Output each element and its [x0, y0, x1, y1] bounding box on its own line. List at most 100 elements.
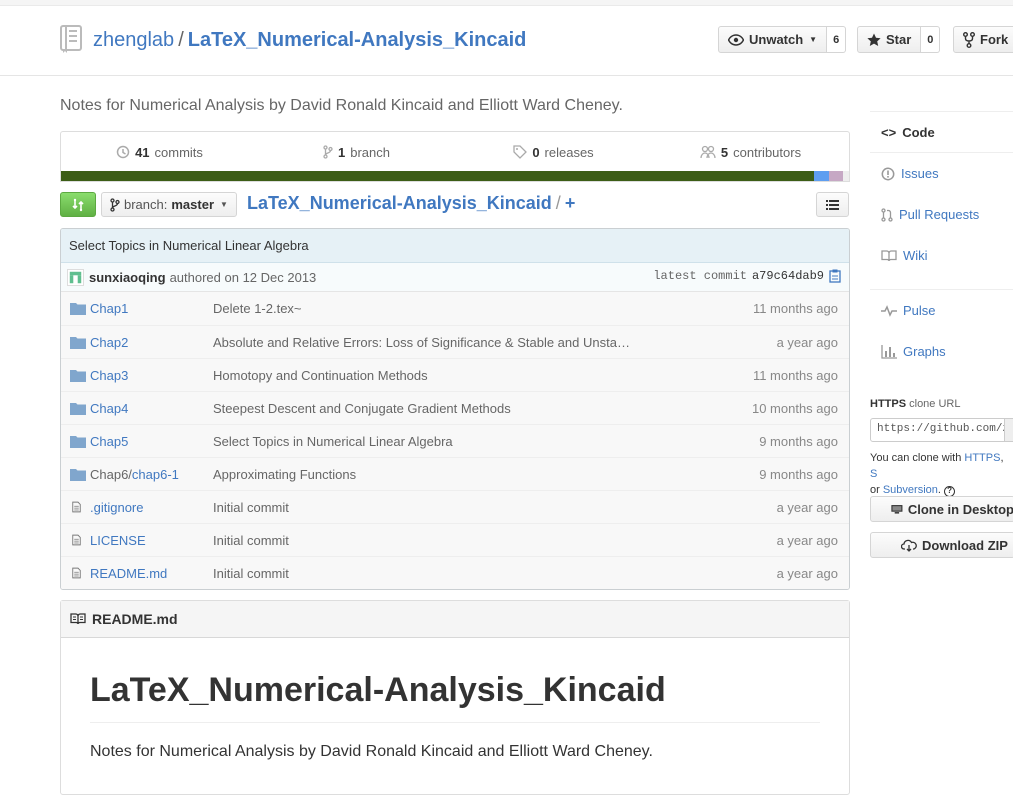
file-name-link[interactable]: Chap1 — [90, 301, 128, 316]
file-text-icon — [72, 534, 81, 546]
commit-meta: sunxiaoqing authored on 12 Dec 2013 late… — [61, 263, 849, 292]
language-segment[interactable] — [829, 171, 844, 181]
nav-code[interactable]: <> Code — [870, 112, 1013, 153]
file-text-icon — [72, 501, 81, 513]
clone-https-link[interactable]: HTTPS — [964, 452, 1000, 464]
file-name-text[interactable]: Chap1 — [90, 301, 128, 316]
repo-owner-link[interactable]: zhenglab — [93, 29, 174, 51]
language-segment[interactable] — [61, 171, 814, 181]
code-icon: <> — [881, 124, 897, 140]
language-segment[interactable] — [813, 171, 830, 181]
file-name-link[interactable]: README.md — [90, 566, 167, 581]
view-list-button[interactable] — [816, 192, 849, 217]
table-row: Chap3 Homotopy and Continuation Methods 11… — [61, 358, 849, 391]
nav-pull-requests[interactable]: Pull Requests — [870, 194, 1013, 235]
table-row: Chap4 Steepest Descent and Conjugate Grad… — [61, 391, 849, 424]
branch-name: master — [171, 197, 215, 212]
branches-link[interactable]: 1 branch — [258, 145, 455, 160]
repo-description: Notes for Numerical Analysis by David Ro… — [60, 97, 623, 114]
repo-name-link[interactable]: LaTeX_Numerical-Analysis_Kincaid — [188, 29, 527, 51]
nav-graphs[interactable]: Graphs — [870, 331, 1013, 372]
clipboard-icon[interactable] — [829, 269, 841, 283]
file-commit-message[interactable]: Approximating Functions — [213, 467, 633, 482]
clone-ssh-link[interactable]: S — [870, 468, 877, 480]
top-border — [0, 0, 1013, 6]
readme-paragraph: Notes for Numerical Analysis by David Ro… — [90, 743, 653, 760]
commit-author[interactable]: sunxiaoqing — [89, 270, 166, 285]
nav-wiki[interactable]: Wiki — [870, 235, 1013, 276]
compare-button[interactable] — [60, 192, 96, 217]
language-bar[interactable] — [61, 171, 849, 181]
copy-clone-url-button[interactable] — [1004, 418, 1013, 442]
commits-link[interactable]: 41 commits — [61, 145, 258, 160]
file-name-link[interactable]: Chap3 — [90, 368, 128, 383]
file-commit-message[interactable]: Absolute and Relative Errors: Loss of Si… — [213, 335, 633, 350]
file-name-text[interactable]: .gitignore — [90, 500, 143, 515]
unwatch-button[interactable]: Unwatch ▼ — [718, 26, 828, 53]
commit-hash-area: latest commit a79c64dab9 — [653, 269, 841, 283]
file-name-link[interactable]: Chap4 — [90, 401, 128, 416]
clone-url-input[interactable]: https://github.com/zhenglab/LaTeX_Numeri… — [870, 418, 1013, 442]
breadcrumb-separator: / — [555, 193, 561, 213]
contributors-link[interactable]: 5 contributors — [652, 145, 849, 160]
language-segment[interactable] — [843, 171, 849, 181]
file-name-sub-text[interactable]: chap6-1 — [132, 467, 179, 482]
file-age: 11 months ago — [752, 368, 838, 383]
breadcrumb-repo-link[interactable]: LaTeX_Numerical-Analysis_Kincaid — [247, 193, 552, 213]
clone-protocol: HTTPS — [870, 398, 907, 410]
file-commit-message[interactable]: Initial commit — [213, 500, 633, 515]
file-name-text[interactable]: Chap2 — [90, 335, 128, 350]
folder-icon — [70, 337, 86, 349]
clone-help-or: or — [870, 484, 880, 496]
clone-subversion-link[interactable]: Subversion — [883, 484, 938, 496]
nav-issues-label: Issues — [901, 166, 939, 181]
nav-graphs-label: Graphs — [903, 344, 946, 359]
table-row: Chap1 Delete 1-2.tex~ 11 months ago — [61, 292, 849, 325]
file-name-text[interactable]: Chap4 — [90, 401, 128, 416]
watch-count[interactable]: 6 — [827, 26, 847, 53]
releases-link[interactable]: 0 releases — [455, 145, 652, 160]
file-commit-message[interactable]: Initial commit — [213, 533, 633, 548]
file-rows: Chap1 Delete 1-2.tex~ 11 months ago Chap2 Ab… — [61, 292, 849, 589]
clone-help-dot: . — [937, 484, 941, 496]
file-name-text[interactable]: Chap3 — [90, 368, 128, 383]
file-commit-message[interactable]: Homotopy and Continuation Methods — [213, 368, 633, 383]
file-commit-message[interactable]: Initial commit — [213, 566, 633, 581]
nav-issues[interactable]: Issues — [870, 153, 1013, 194]
file-name-text[interactable]: Chap5 — [90, 434, 128, 449]
latest-commit-message[interactable]: Select Topics in Numerical Linear Algebr… — [61, 229, 849, 263]
file-name-link[interactable]: .gitignore — [90, 500, 143, 515]
file-name-text[interactable]: README.md — [90, 566, 167, 581]
file-commit-message[interactable]: Select Topics in Numerical Linear Algebr… — [213, 434, 633, 449]
fork-button[interactable]: Fork — [953, 26, 1013, 53]
star-button[interactable]: Star — [857, 26, 922, 53]
nav-code-label: Code — [902, 124, 935, 140]
file-name-link[interactable]: Chap6/chap6-1 — [90, 467, 179, 482]
file-name-text[interactable]: Chap6/ — [90, 467, 132, 482]
avatar[interactable] — [67, 268, 84, 286]
commit-authored-text: authored on 12 Dec 2013 — [169, 269, 317, 285]
branch-prefix: branch: — [124, 197, 168, 212]
file-commit-message[interactable]: Delete 1-2.tex~ — [213, 301, 633, 316]
file-text-icon — [72, 567, 81, 579]
file-name-text[interactable]: LICENSE — [90, 533, 146, 548]
cloud-download-icon — [901, 539, 917, 552]
fork-label: Fork — [980, 32, 1009, 47]
clone-in-desktop-button[interactable]: Clone in Desktop — [870, 496, 1013, 522]
table-row: .gitignore Initial commit a year ago — [61, 490, 849, 523]
nav-wiki-label: Wiki — [903, 248, 928, 263]
nav-pulse[interactable]: Pulse — [870, 290, 1013, 331]
file-commit-message[interactable]: Steepest Descent and Conjugate Gradient … — [213, 401, 633, 416]
graph-icon — [881, 344, 897, 359]
file-age: 10 months ago — [751, 401, 838, 416]
file-name-link[interactable]: Chap2 — [90, 335, 128, 350]
repo-title: zhenglab / LaTeX_Numerical-Analysis_Kincai… — [93, 29, 526, 52]
commit-sha[interactable]: a79c64dab9 — [752, 269, 824, 283]
file-name-link[interactable]: LICENSE — [90, 533, 146, 548]
branch-select-button[interactable]: branch: master ▼ — [101, 192, 237, 217]
download-zip-button[interactable]: Download ZIP — [870, 532, 1013, 558]
file-name-link[interactable]: Chap5 — [90, 434, 128, 449]
new-file-link[interactable]: + — [565, 193, 576, 213]
releases-count: 0 — [532, 144, 540, 160]
star-count[interactable]: 0 — [921, 26, 941, 53]
